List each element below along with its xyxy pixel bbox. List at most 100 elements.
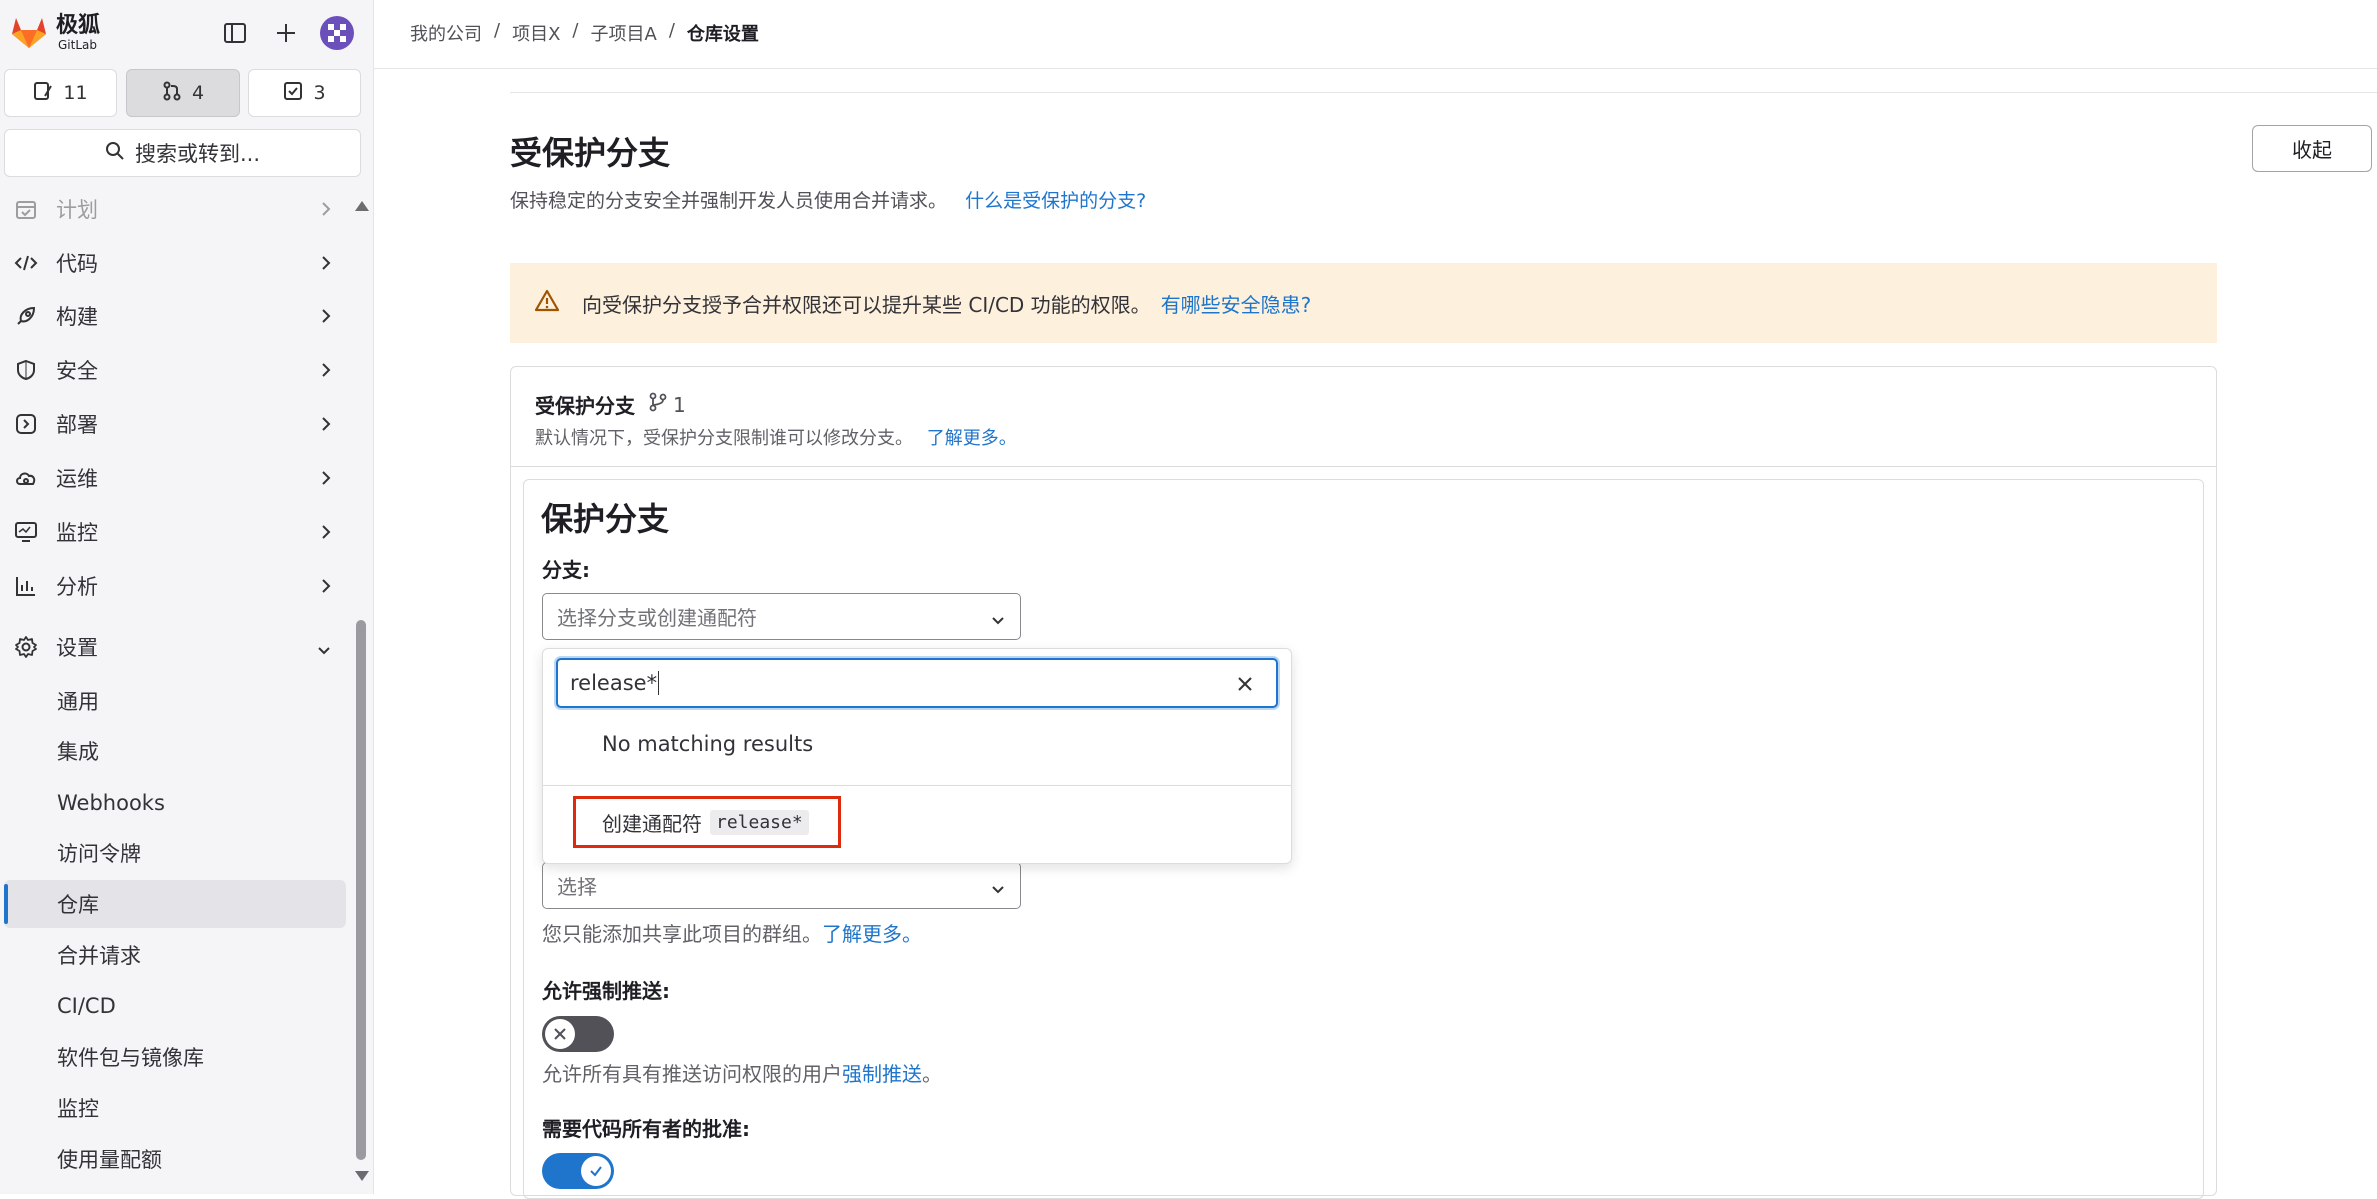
create-wildcard-label: 创建通配符 [602, 811, 702, 836]
cloud-icon [12, 467, 40, 489]
merge-requests-counter-button[interactable]: 4 [126, 69, 240, 117]
card-title: 受保护分支 [535, 394, 635, 418]
sidebar-sub-label: 使用量配额 [57, 1148, 162, 1172]
sidebar-sub-merge-requests[interactable]: 合并请求 [0, 931, 346, 979]
branch-search-input[interactable]: release* [556, 658, 1278, 708]
group-select-placeholder: 选择 [557, 875, 597, 899]
sidebar-sub-integrations[interactable]: 集成 [0, 727, 346, 775]
what-are-protected-branches-link[interactable]: 什么是受保护的分支? [965, 190, 1146, 212]
sidebar-item-label: 设置 [56, 636, 98, 660]
sidebar-item-code[interactable]: 代码 [0, 238, 346, 288]
breadcrumb-separator: / [572, 20, 579, 41]
sidebar-item-operate[interactable]: 运维 [0, 453, 346, 503]
branch-count-value: 1 [673, 392, 686, 417]
create-wildcard-option[interactable]: 创建通配符 release* [573, 796, 841, 848]
sidebar-item-monitor[interactable]: 监控 [0, 507, 346, 557]
sidebar-sub-general[interactable]: 通用 [0, 677, 346, 725]
sidebar-item-build[interactable]: 构建 [0, 291, 346, 341]
sidebar-sub-label: Webhooks [57, 791, 165, 815]
sidebar-sub-webhooks[interactable]: Webhooks [0, 779, 346, 827]
chevron-right-icon [320, 468, 332, 493]
section-divider [510, 92, 2377, 93]
force-push-help-end: 。 [922, 1062, 942, 1086]
search-button[interactable]: 搜索或转到... [4, 129, 361, 177]
breadcrumb: 我的公司 / 项目X / 子项目A / 仓库设置 [410, 20, 759, 46]
avatar[interactable] [316, 14, 358, 52]
rocket-icon [12, 305, 40, 327]
sidebar-sub-access-tokens[interactable]: 访问令牌 [0, 829, 346, 877]
warning-alert: 向受保护分支授予合并权限还可以提升某些 CI/CD 功能的权限。 有哪些安全隐患… [510, 263, 2217, 343]
todo-icon [283, 81, 303, 106]
todos-count: 3 [313, 82, 326, 104]
scroll-up-arrow-icon[interactable] [354, 198, 370, 217]
learn-more-link[interactable]: 了解更多。 [927, 428, 1017, 449]
dropdown-divider [543, 785, 1291, 786]
group-learn-more-link[interactable]: 了解更多。 [822, 922, 922, 946]
sidebar-item-label: 代码 [56, 252, 98, 276]
branch-select[interactable]: 选择分支或创建通配符 [542, 593, 1021, 640]
sidebar-sub-label: 访问令牌 [57, 842, 141, 866]
group-help: 您只能添加共享此项目的群组。了解更多。 [542, 918, 922, 947]
sidebar-item-settings[interactable]: 设置 [0, 622, 346, 672]
clear-icon[interactable] [1228, 668, 1262, 700]
issues-counter-button[interactable]: 11 [4, 69, 117, 117]
search-icon [105, 141, 125, 166]
chevron-right-icon [320, 522, 332, 547]
sidebar-sub-monitor[interactable]: 监控 [0, 1084, 346, 1132]
code-icon [12, 253, 40, 273]
sidebar-sub-label: 合并请求 [57, 944, 141, 968]
active-indicator [4, 884, 8, 924]
chevron-right-icon [320, 306, 332, 331]
group-select[interactable]: 选择 [542, 862, 1021, 909]
search-label: 搜索或转到... [134, 142, 261, 166]
card-desc-text: 默认情况下，受保护分支限制谁可以修改分支。 [535, 428, 913, 449]
chevron-down-icon [316, 639, 332, 663]
branch-search-value: release* [570, 671, 658, 695]
sidebar-sub-label: 软件包与镜像库 [57, 1046, 204, 1070]
sidebar-scrollbar[interactable] [356, 620, 366, 1160]
shield-icon [12, 359, 40, 381]
sidebar-item-security[interactable]: 安全 [0, 345, 346, 395]
todos-counter-button[interactable]: 3 [248, 69, 361, 117]
issues-icon [33, 81, 53, 106]
monitor-icon [12, 521, 40, 543]
gitlab-logo-icon[interactable] [10, 14, 50, 50]
card-header: 受保护分支 1 [535, 390, 686, 419]
card-description: 默认情况下，受保护分支限制谁可以修改分支。 了解更多。 [535, 424, 1017, 450]
force-push-link[interactable]: 强制推送 [842, 1062, 922, 1086]
group-help-text: 您只能添加共享此项目的群组。 [542, 922, 822, 946]
security-risks-link[interactable]: 有哪些安全隐患? [1161, 289, 1312, 318]
sidebar-item-analyze[interactable]: 分析 [0, 561, 346, 611]
scroll-down-arrow-icon[interactable] [354, 1168, 370, 1187]
sidebar-sub-label: 集成 [57, 740, 99, 764]
alert-text: 向受保护分支授予合并权限还可以提升某些 CI/CD 功能的权限。 [582, 292, 1151, 317]
codeowner-approval-toggle[interactable] [542, 1153, 614, 1189]
force-push-toggle[interactable] [542, 1016, 614, 1052]
chevron-down-icon [990, 609, 1006, 633]
force-push-help: 允许所有具有推送访问权限的用户强制推送。 [542, 1058, 942, 1087]
sidebar-item-deploy[interactable]: 部署 [0, 399, 346, 449]
sidebar-sub-repository[interactable]: 仓库 [4, 880, 346, 928]
breadcrumb-current[interactable]: 仓库设置 [687, 20, 759, 46]
branch-count: 1 [649, 392, 686, 417]
breadcrumb-item[interactable]: 子项目A [591, 20, 657, 46]
breadcrumb-item[interactable]: 项目X [512, 20, 560, 46]
force-push-help-text: 允许所有具有推送访问权限的用户 [542, 1062, 842, 1086]
collapse-button[interactable]: 收起 [2252, 125, 2372, 172]
chevron-down-icon [990, 878, 1006, 902]
wildcard-code: release* [710, 809, 809, 835]
plus-icon[interactable] [265, 14, 307, 52]
codeowner-label: 需要代码所有者的批准: [542, 1117, 750, 1141]
calendar-icon [12, 198, 40, 220]
sidebar-sub-usage-quotas[interactable]: 使用量配额 [0, 1135, 346, 1183]
sidebar-toggle-icon[interactable] [214, 14, 256, 52]
breadcrumb-item[interactable]: 我的公司 [410, 20, 482, 46]
sidebar-item-plan[interactable]: 计划 [0, 184, 346, 234]
chevron-right-icon [320, 253, 332, 278]
branch-select-placeholder: 选择分支或创建通配符 [557, 606, 757, 630]
sidebar-sub-cicd[interactable]: CI/CD [0, 982, 346, 1030]
close-icon [545, 1019, 575, 1049]
form-title: 保护分支 [541, 500, 670, 538]
sidebar-sub-label: 监控 [57, 1097, 99, 1121]
sidebar-sub-packages[interactable]: 软件包与镜像库 [0, 1033, 346, 1081]
